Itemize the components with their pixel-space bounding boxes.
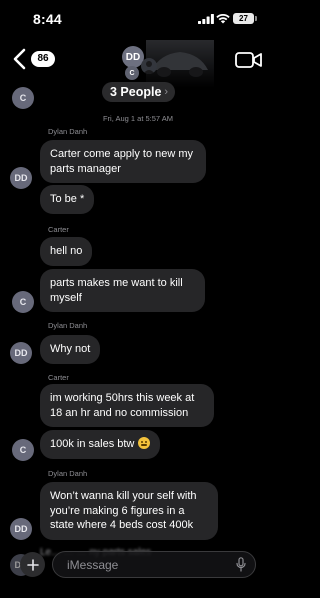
imessage-field[interactable]	[52, 551, 256, 578]
video-call-icon[interactable]	[234, 47, 264, 73]
avatar-carter[interactable]: C	[12, 87, 34, 109]
sender-name: Carter	[48, 225, 69, 234]
message-bubble[interactable]: To be *	[40, 185, 95, 214]
battery-icon: 27	[233, 13, 254, 24]
plus-icon	[26, 558, 39, 571]
message-bubble[interactable]: 100k in sales btw	[40, 430, 161, 459]
sender-name: Dylan Danh	[48, 127, 88, 136]
battery-tip	[255, 16, 257, 21]
avatar-carter[interactable]: C	[12, 439, 34, 461]
person-silhouette-icon	[143, 61, 155, 74]
grimace-emoji-icon	[138, 437, 151, 449]
message-bubble[interactable]: Won’t wanna kill your self with you’re m…	[40, 482, 218, 540]
message-bubble[interactable]: parts makes me want to kill myself	[40, 269, 205, 312]
chevron-right-icon: ›	[164, 86, 169, 98]
sender-name: Dylan Danh	[48, 469, 88, 478]
wifi-icon	[216, 13, 230, 24]
message-bubble[interactable]: Carter come apply to new my parts manage…	[40, 140, 206, 183]
avatar-dylan[interactable]: DD	[10, 167, 32, 189]
sender-name: Dylan Danh	[48, 321, 88, 330]
message-bubble[interactable]: Why not	[40, 335, 101, 364]
avatar-dylan[interactable]: DD	[10, 342, 32, 364]
status-bar: 8:44 27	[0, 0, 276, 40]
add-attachment-button[interactable]	[20, 552, 45, 577]
message-composer: Le… … … ny parts sales DD	[0, 540, 276, 598]
microphone-icon[interactable]	[236, 557, 246, 572]
group-avatar-carter[interactable]: C	[125, 66, 139, 80]
avatar-carter[interactable]: C	[12, 291, 34, 313]
message-text: 100k in sales btw	[50, 438, 135, 450]
cellular-signal-icon	[198, 14, 214, 24]
group-avatar-photo[interactable]	[141, 58, 157, 74]
avatar-dylan[interactable]: DD	[10, 518, 32, 540]
message-timestamp: Fri, Aug 1 at 5:57 AM	[102, 114, 174, 123]
message-bubble[interactable]: im working 50hrs this week at 18 an hr a…	[40, 384, 214, 427]
unread-count-badge[interactable]: 86	[31, 51, 55, 67]
message-bubble[interactable]: hell no	[40, 237, 93, 266]
back-chevron-icon[interactable]	[12, 48, 28, 70]
group-members-button[interactable]: 3 People ›	[102, 82, 176, 102]
clock: 8:44	[33, 11, 62, 27]
group-members-label: 3 People	[110, 85, 162, 99]
message-input[interactable]	[67, 552, 217, 577]
sender-name: Carter	[48, 373, 69, 382]
